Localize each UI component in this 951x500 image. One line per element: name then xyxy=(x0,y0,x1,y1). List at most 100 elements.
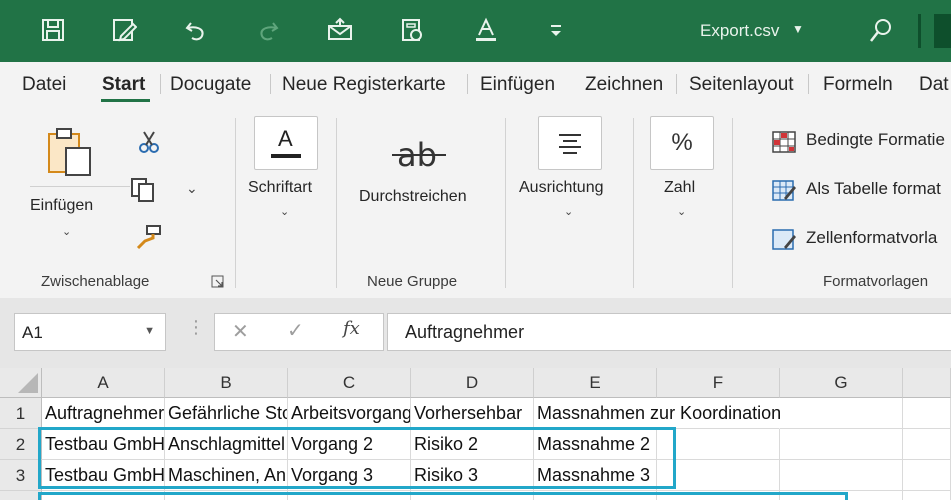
tab-daten[interactable]: Dat xyxy=(919,74,949,96)
column-header-b[interactable]: B xyxy=(165,368,288,398)
copy-icon[interactable] xyxy=(130,177,156,208)
alignment-chevron-down-icon[interactable]: ⌄ xyxy=(564,205,573,218)
cut-icon[interactable] xyxy=(137,130,161,159)
cell-b2[interactable]: Anschlagmittel xyxy=(165,429,288,460)
cell-d1[interactable]: Vorhersehbar xyxy=(411,398,534,429)
cancel-icon[interactable]: ✕ xyxy=(232,319,249,344)
formula-bar-grip-icon[interactable]: ⋮ xyxy=(187,317,205,338)
cell-f4[interactable] xyxy=(657,491,780,500)
tab-datei[interactable]: Datei xyxy=(22,74,66,96)
edit-document-icon[interactable] xyxy=(108,14,140,46)
formula-input[interactable]: Auftragnehmer xyxy=(387,313,951,351)
font-button[interactable]: A xyxy=(254,116,318,170)
cell-c1[interactable]: Arbeitsvorgang xyxy=(288,398,411,429)
cell-a3[interactable]: Testbau GmbH xyxy=(42,460,165,491)
cell-g1[interactable] xyxy=(780,398,903,429)
cell-b1[interactable]: Gefährliche Stoffe xyxy=(165,398,288,429)
font-label[interactable]: Schriftart xyxy=(248,179,312,197)
tab-divider xyxy=(676,74,677,94)
cell-a1[interactable]: Auftragnehmer xyxy=(42,398,165,429)
tab-seitenlayout[interactable]: Seitenlayout xyxy=(689,74,794,96)
cell-e2[interactable]: Massnahme 2 xyxy=(534,429,657,460)
cell-h3[interactable] xyxy=(903,460,951,491)
name-box[interactable]: A1 ▼ xyxy=(14,313,166,351)
font-color-bar xyxy=(271,154,301,158)
alignment-button[interactable] xyxy=(538,116,602,170)
row-header-4[interactable]: 4 xyxy=(0,491,42,500)
cell-f1[interactable] xyxy=(657,398,780,429)
search-icon[interactable] xyxy=(868,17,894,50)
copy-chevron-down-icon[interactable]: ⌄ xyxy=(186,180,198,197)
confirm-icon[interactable]: ✓ xyxy=(287,318,304,343)
mail-icon[interactable] xyxy=(324,14,356,46)
cell-h1[interactable] xyxy=(903,398,951,429)
format-as-table-label: Als Tabelle format xyxy=(806,179,941,198)
column-header-g[interactable]: G xyxy=(780,368,903,398)
paste-chevron-down-icon[interactable]: ⌄ xyxy=(62,225,71,238)
redo-icon[interactable] xyxy=(252,14,284,46)
cell-styles-icon xyxy=(772,229,796,250)
active-tab-indicator xyxy=(101,99,150,102)
cell-a2[interactable]: Testbau GmbH xyxy=(42,429,165,460)
column-header-d[interactable]: D xyxy=(411,368,534,398)
paste-label[interactable]: Einfügen xyxy=(30,197,93,215)
row-header-2[interactable]: 2 xyxy=(0,429,42,460)
number-label[interactable]: Zahl xyxy=(664,179,695,197)
format-as-table-icon xyxy=(772,180,796,201)
cell-e1[interactable]: Massnahmen zur Koordination xyxy=(534,398,781,429)
customize-dropdown-icon[interactable] xyxy=(540,14,572,46)
cell-b4[interactable] xyxy=(165,491,288,500)
document-title[interactable]: Export.csv xyxy=(700,21,779,41)
cell-e3[interactable]: Massnahme 3 xyxy=(534,460,657,491)
tab-start[interactable]: Start xyxy=(102,74,145,96)
tab-einfuegen[interactable]: Einfügen xyxy=(480,74,555,96)
cell-c4[interactable] xyxy=(288,491,411,500)
row-header-1[interactable]: 1 xyxy=(0,398,42,429)
undo-icon[interactable] xyxy=(180,14,212,46)
name-box-chevron-down-icon[interactable]: ▼ xyxy=(144,325,155,337)
cell-f3[interactable] xyxy=(657,460,780,491)
dialog-launcher-icon[interactable] xyxy=(211,275,224,293)
cell-g4[interactable] xyxy=(780,491,903,500)
tab-divider xyxy=(160,74,161,94)
cell-d4[interactable] xyxy=(411,491,534,500)
tab-divider xyxy=(467,74,468,94)
tab-docugate[interactable]: Docugate xyxy=(170,74,251,96)
cell-g3[interactable] xyxy=(780,460,903,491)
cell-a4[interactable] xyxy=(42,491,165,500)
number-format-button[interactable]: % xyxy=(650,116,714,170)
paste-divider xyxy=(30,186,130,187)
cell-d2[interactable]: Risiko 2 xyxy=(411,429,534,460)
cell-g2[interactable] xyxy=(780,429,903,460)
number-chevron-down-icon[interactable]: ⌄ xyxy=(677,205,686,218)
title-chevron-down-icon[interactable]: ▼ xyxy=(792,22,804,36)
row-header-3[interactable]: 3 xyxy=(0,460,42,491)
tab-zeichnen[interactable]: Zeichnen xyxy=(585,74,663,96)
font-color-icon[interactable] xyxy=(470,14,502,46)
strikethrough-line xyxy=(392,154,446,156)
tab-divider xyxy=(270,74,271,94)
column-header-f[interactable]: F xyxy=(657,368,780,398)
cell-d3[interactable]: Risiko 3 xyxy=(411,460,534,491)
column-header-a[interactable]: A xyxy=(42,368,165,398)
cell-h4[interactable] xyxy=(903,491,951,500)
paste-icon[interactable] xyxy=(46,126,94,183)
column-header-c[interactable]: C xyxy=(288,368,411,398)
cell-e4[interactable] xyxy=(534,491,657,500)
cell-c2[interactable]: Vorgang 2 xyxy=(288,429,411,460)
tab-formeln[interactable]: Formeln xyxy=(823,74,893,96)
tab-neue-registerkarte[interactable]: Neue Registerkarte xyxy=(282,74,446,96)
cell-b3[interactable]: Maschinen, Anlagen xyxy=(165,460,288,491)
column-header-h[interactable] xyxy=(903,368,951,398)
save-icon[interactable] xyxy=(37,14,69,46)
insert-function-icon[interactable]: fx xyxy=(343,318,360,339)
cell-f2[interactable] xyxy=(657,429,780,460)
format-painter-icon[interactable] xyxy=(135,224,163,255)
strikethrough-label[interactable]: Durchstreichen xyxy=(359,188,467,206)
column-header-e[interactable]: E xyxy=(534,368,657,398)
form-icon[interactable] xyxy=(396,14,428,46)
alignment-label[interactable]: Ausrichtung xyxy=(519,179,604,197)
cell-h2[interactable] xyxy=(903,429,951,460)
cell-c3[interactable]: Vorgang 3 xyxy=(288,460,411,491)
font-chevron-down-icon[interactable]: ⌄ xyxy=(280,205,289,218)
